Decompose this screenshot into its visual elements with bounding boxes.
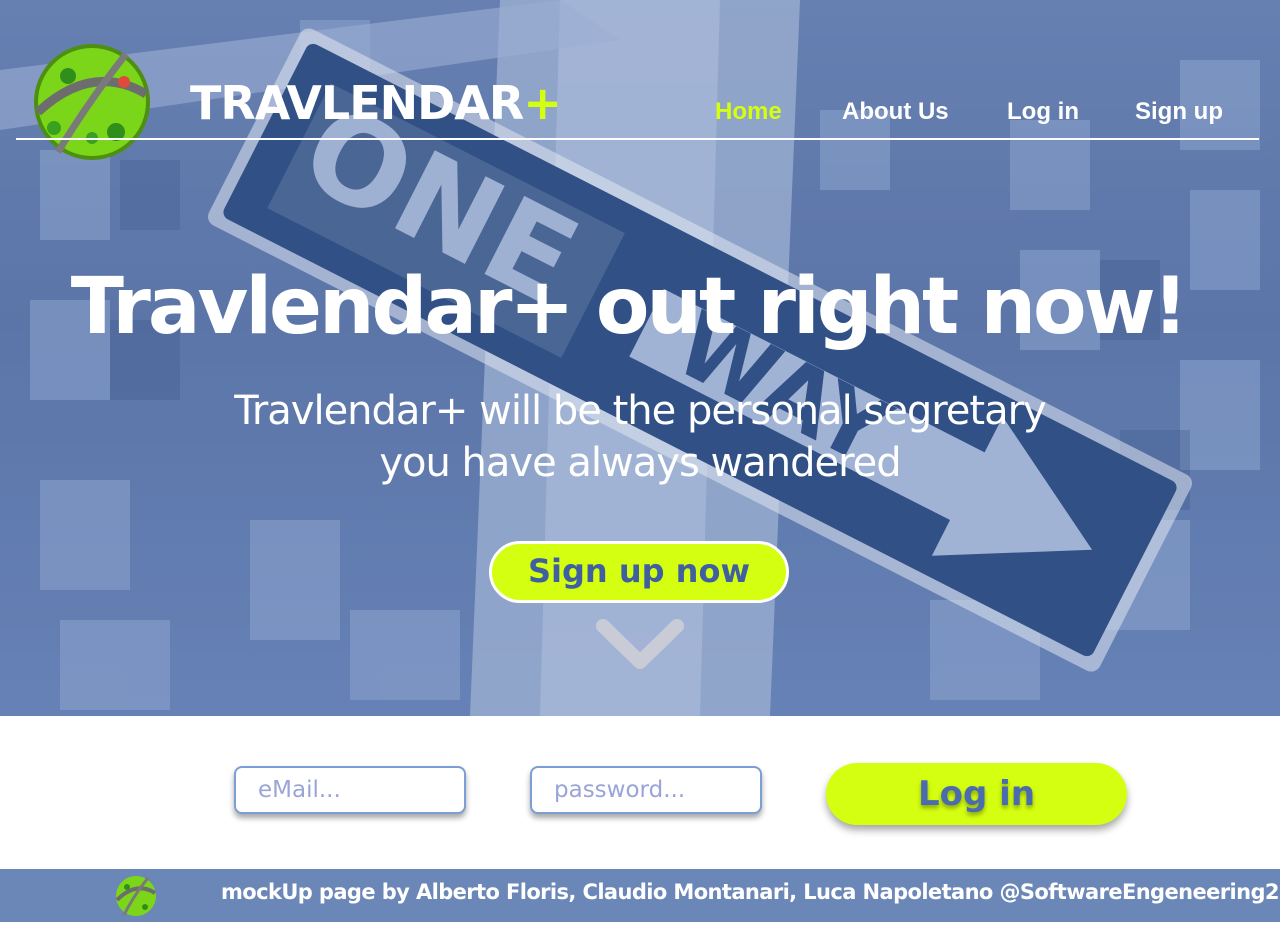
brand-plus: + (523, 76, 562, 130)
nav-home[interactable]: Home (715, 98, 782, 126)
sign-up-now-button[interactable]: Sign up now (489, 541, 789, 603)
email-field[interactable] (234, 766, 466, 814)
globe-logo (34, 44, 150, 160)
hero-subtitle-line-2: you have always wandered (379, 440, 901, 486)
globe-logo-small (115, 876, 157, 916)
nav-sign-up[interactable]: Sign up (1135, 98, 1223, 126)
hero-section: ONE WAY TRAVLENDAR+ Home About Us Log in… (0, 0, 1280, 716)
hero-subtitle-line-1: Travlendar+ will be the personal segreta… (234, 388, 1046, 434)
brand-text: TRAVLENDAR (190, 76, 524, 130)
header-divider (16, 138, 1259, 140)
password-field[interactable] (530, 766, 762, 814)
brand-name[interactable]: TRAVLENDAR+ (190, 76, 562, 130)
log-in-button[interactable]: Log in (826, 763, 1127, 825)
footer-credits: mockUp page by Alberto Floris, Claudio M… (221, 880, 1280, 904)
nav-about-us[interactable]: About Us (842, 98, 949, 126)
footer: mockUp page by Alberto Floris, Claudio M… (0, 869, 1280, 922)
hero-headline: Travlendar+ out right now! (70, 262, 1189, 352)
chevron-down-icon[interactable] (595, 618, 685, 674)
nav-log-in[interactable]: Log in (1007, 98, 1079, 126)
